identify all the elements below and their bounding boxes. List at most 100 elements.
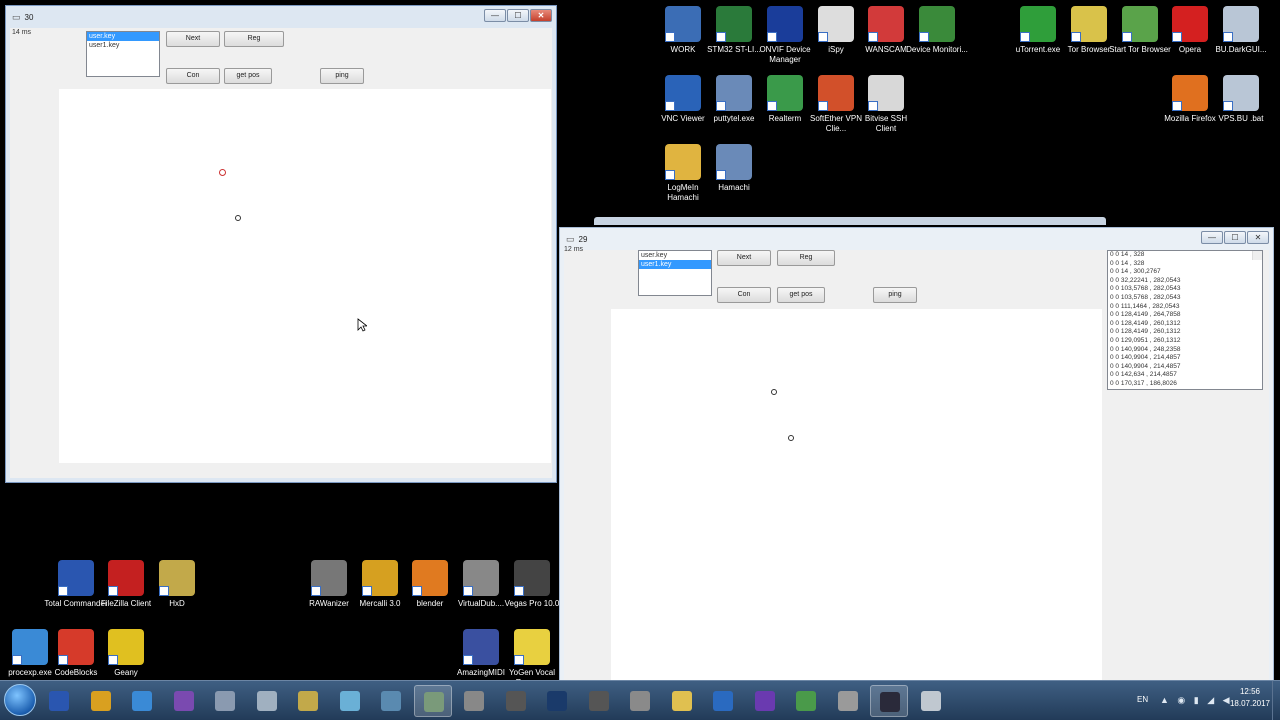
taskbar-app8-button[interactable] [829, 685, 867, 717]
window-29-client: 12 ms user.key user1.key Next Reg Con get… [564, 246, 1269, 685]
taskbar-app4-button[interactable] [413, 685, 452, 717]
taskbar-app2-button[interactable] [331, 685, 369, 717]
next-button[interactable]: Next [717, 250, 771, 266]
target-marker [219, 169, 226, 176]
app-icon [919, 6, 955, 42]
listbox-item[interactable]: user.key [639, 251, 711, 260]
window-29-titlebar[interactable]: ▭ 29 [560, 228, 1273, 250]
taskbar-calc-button[interactable] [248, 685, 286, 717]
taskbar-ie-button[interactable] [123, 685, 161, 717]
minimize-button[interactable]: — [484, 9, 506, 22]
listbox-item[interactable]: user1.key [87, 41, 159, 50]
taskbar-fbe-button[interactable] [497, 685, 535, 717]
taskbar-app9-button[interactable] [870, 685, 908, 717]
listbox-item[interactable]: user1.key [639, 260, 711, 269]
taskbar-chrome-button[interactable] [82, 685, 120, 717]
taskbar-explorer-button[interactable] [663, 685, 701, 717]
maximize-button[interactable]: ☐ [507, 9, 529, 22]
taskbar-tool-button[interactable] [621, 685, 659, 717]
log-entry: 0 0 103,5768 , 282,0543 [1110, 293, 1181, 301]
app9-icon [880, 692, 900, 712]
app7-icon [796, 691, 816, 711]
window-30-titlebar[interactable]: ▭ 30 [6, 6, 556, 28]
get-pos-button[interactable]: get pos [777, 287, 825, 303]
close-button[interactable]: ✕ [1247, 231, 1269, 244]
listbox-item[interactable]: user.key [87, 32, 159, 41]
taskbar-hxd-button[interactable] [289, 685, 327, 717]
shortcut-arrow-icon [108, 655, 118, 665]
start-button[interactable] [4, 684, 36, 716]
get-pos-button[interactable]: get pos [224, 68, 272, 84]
taskbar-app10-button[interactable] [912, 685, 950, 717]
reg-button[interactable]: Reg [224, 31, 284, 47]
shortcut-arrow-icon [1172, 101, 1182, 111]
shortcut-arrow-icon [108, 586, 118, 596]
shortcut-arrow-icon [665, 32, 675, 42]
app-icon [665, 6, 701, 42]
clock[interactable]: 12:56 18.07.2017 [1230, 687, 1270, 708]
app-icon [1172, 6, 1208, 42]
ping-button[interactable]: ping [320, 68, 364, 84]
log-entry: 0 0 142,634 , 214,4857 [1110, 371, 1177, 379]
shortcut-arrow-icon [919, 32, 929, 42]
tray-icons[interactable]: ▲ ◉ ▮ ◢ ◀ [1160, 695, 1233, 706]
window-30-title: 30 [24, 12, 34, 22]
close-button[interactable]: ✕ [530, 9, 552, 22]
window-icon: ▭ [12, 11, 21, 22]
taskbar-vs-button[interactable] [165, 685, 203, 717]
key-listbox[interactable]: user.key user1.key [86, 31, 160, 77]
taskbar-app5-button[interactable] [455, 685, 493, 717]
window-30: ▭ 30 — ☐ ✕ 14 ms user.key user1.key Next … [5, 5, 557, 483]
desktop-icon[interactable]: Geany [96, 629, 156, 678]
app-icon [58, 629, 94, 665]
position-log-list[interactable]: 0 0 14 , 328 0 0 14 , 328 0 0 14 , 300,276… [1107, 250, 1263, 390]
taskbar-twitch-button[interactable] [746, 685, 784, 717]
taskbar-photoshop-button[interactable] [538, 685, 576, 717]
log-scrollbar[interactable] [1252, 251, 1262, 260]
taskbar-app7-button[interactable] [787, 685, 825, 717]
shortcut-arrow-icon [1071, 32, 1081, 42]
app-icon [716, 6, 752, 42]
app-icon [665, 144, 701, 180]
taskbar-app3-button[interactable] [372, 685, 410, 717]
taskbar-app-button[interactable] [206, 685, 244, 717]
shortcut-arrow-icon [716, 32, 726, 42]
desktop-icon[interactable]: VPS.BU .bat [1211, 75, 1271, 124]
app-icon [716, 75, 752, 111]
app-icon [868, 6, 904, 42]
key-listbox[interactable]: user.key user1.key [638, 250, 712, 296]
desktop-icon-label: VPS.BU .bat [1218, 114, 1264, 123]
desktop-icon[interactable]: Vegas Pro 10.0 [502, 560, 562, 609]
maximize-button[interactable]: ☐ [1224, 231, 1246, 244]
ping-ms: 14 ms [12, 29, 32, 36]
shortcut-arrow-icon [868, 32, 878, 42]
floppy-icon [49, 691, 69, 711]
language-indicator[interactable]: EN [1137, 695, 1148, 704]
drawing-canvas[interactable] [611, 309, 1102, 683]
con-button[interactable]: Con [717, 287, 771, 303]
shortcut-arrow-icon [463, 586, 473, 596]
shortcut-arrow-icon [12, 655, 22, 665]
next-button[interactable]: Next [166, 31, 220, 47]
drawing-canvas[interactable] [59, 89, 551, 463]
reg-button[interactable]: Reg [777, 250, 835, 266]
app-icon [1122, 6, 1158, 42]
minimize-button[interactable]: — [1201, 231, 1223, 244]
ping-button[interactable]: ping [873, 287, 917, 303]
show-desktop-button[interactable] [1272, 681, 1280, 720]
taskbar-fbe2-button[interactable] [580, 685, 618, 717]
position-marker [235, 215, 241, 221]
taskbar-app6-button[interactable] [704, 685, 742, 717]
shortcut-arrow-icon [412, 586, 422, 596]
desktop-icon-label: Vegas Pro 10.0 [504, 599, 560, 608]
desktop-icon[interactable]: Device Monitori... [906, 6, 968, 55]
desktop-icon[interactable]: BU.DarkGUI... [1211, 6, 1271, 55]
taskbar-floppy-button[interactable] [40, 685, 78, 717]
shortcut-arrow-icon [1172, 32, 1182, 42]
window-icon: ▭ [566, 233, 575, 244]
desktop-icon[interactable]: Bitvise SSH Client [856, 75, 916, 134]
desktop-icon[interactable]: Hamachi [704, 144, 764, 193]
con-button[interactable]: Con [166, 68, 220, 84]
log-entry: 0 0 14 , 328 [1110, 259, 1145, 267]
desktop-icon[interactable]: HxD [147, 560, 207, 609]
